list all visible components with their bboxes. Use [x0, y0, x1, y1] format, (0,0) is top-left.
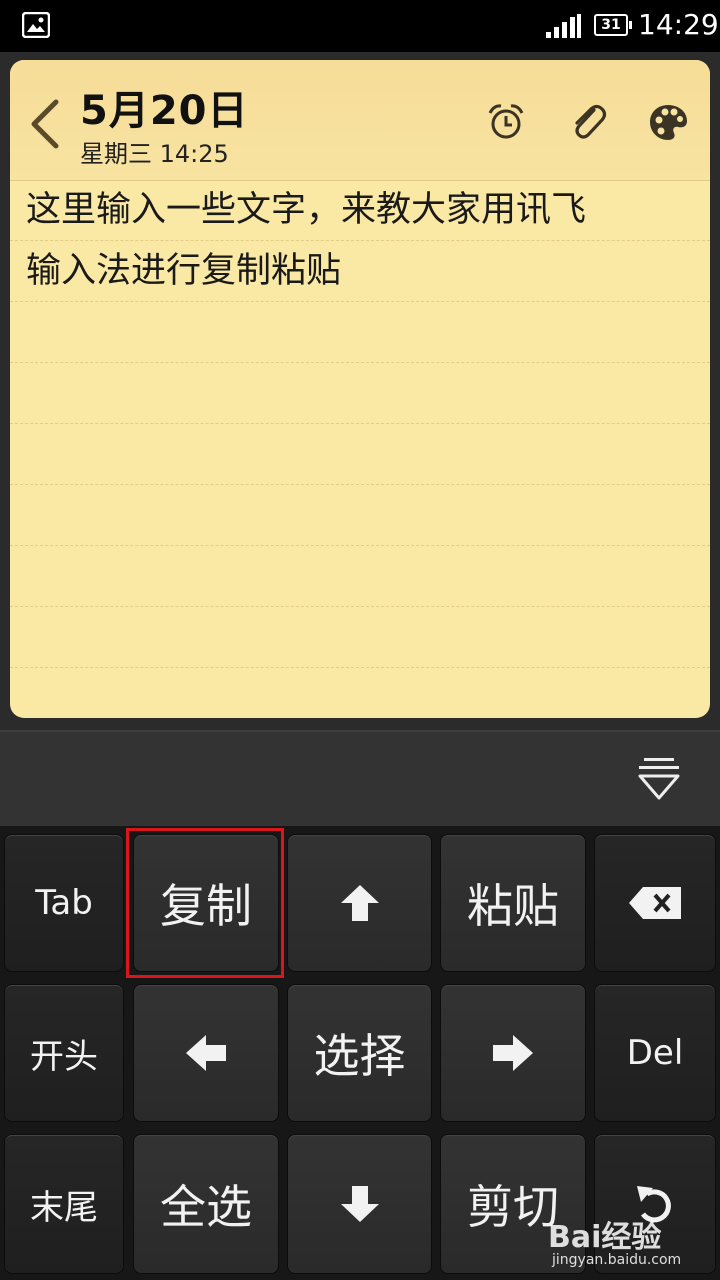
- back-arrow-icon[interactable]: [26, 94, 66, 154]
- select-all-key-label: 全选: [160, 1180, 252, 1234]
- select-all-key[interactable]: 全选: [133, 1134, 279, 1274]
- ruled-line: [10, 362, 710, 363]
- battery-icon: 31: [594, 14, 632, 36]
- left-key[interactable]: [133, 984, 279, 1122]
- arrow-down-icon: [340, 1186, 379, 1222]
- note-date-title: 5月20日: [80, 88, 249, 134]
- tab-key-label: Tab: [35, 883, 93, 923]
- keyboard-toolbar: [0, 730, 720, 826]
- down-key[interactable]: [287, 1134, 432, 1274]
- note-frame: 5月20日 星期三 14:25 这里输入一些文字，来教大家用讯飞 输入法进行复制…: [0, 52, 720, 730]
- palette-icon[interactable]: [646, 100, 690, 144]
- ruled-line: [10, 545, 710, 546]
- end-key[interactable]: 末尾: [4, 1134, 124, 1274]
- arrow-right-icon: [493, 1035, 533, 1071]
- ruled-line: [10, 484, 710, 485]
- status-time: 14:29: [638, 8, 719, 41]
- delete-key[interactable]: Del: [594, 984, 716, 1122]
- up-key[interactable]: [287, 834, 432, 972]
- hide-keyboard-icon[interactable]: [636, 756, 682, 806]
- home-key[interactable]: 开头: [4, 984, 124, 1122]
- copy-key-highlight: [126, 828, 284, 978]
- note-card: 5月20日 星期三 14:25 这里输入一些文字，来教大家用讯飞 输入法进行复制…: [10, 60, 710, 718]
- arrow-up-icon: [340, 885, 379, 921]
- ruled-line: [10, 423, 710, 424]
- paste-key-label: 粘贴: [467, 879, 559, 933]
- note-header: 5月20日 星期三 14:25: [10, 60, 710, 181]
- paste-key[interactable]: 粘贴: [440, 834, 586, 972]
- status-bar: 31 14:29: [0, 0, 720, 52]
- ruled-line: [10, 606, 710, 607]
- select-key[interactable]: 选择: [287, 984, 432, 1122]
- attachment-clip-icon[interactable]: [566, 100, 610, 144]
- backspace-icon: [629, 887, 681, 919]
- note-body[interactable]: 这里输入一些文字，来教大家用讯飞 输入法进行复制粘贴: [10, 180, 710, 718]
- ruled-line: [10, 667, 710, 668]
- watermark-url: jingyan.baidu.com: [552, 1252, 682, 1268]
- backspace-key[interactable]: [594, 834, 716, 972]
- end-key-label: 末尾: [30, 1187, 98, 1228]
- select-key-label: 选择: [313, 1029, 406, 1083]
- home-key-label: 开头: [30, 1036, 98, 1077]
- note-weekday-time: 星期三 14:25: [80, 140, 229, 168]
- note-text-line: 输入法进行复制粘贴: [26, 251, 342, 291]
- watermark-logo: Bai经验: [548, 1220, 662, 1255]
- alarm-clock-icon[interactable]: [484, 100, 528, 144]
- image-notification-icon: [22, 12, 50, 38]
- note-text-line: 这里输入一些文字，来教大家用讯飞: [26, 190, 587, 230]
- cut-key-label: 剪切: [467, 1180, 559, 1234]
- signal-icon: [546, 14, 581, 38]
- right-key[interactable]: [440, 984, 586, 1122]
- watermark: Bai经验 jingyan.baidu.com: [548, 1212, 718, 1276]
- arrow-left-icon: [186, 1035, 226, 1071]
- tab-key[interactable]: Tab: [4, 834, 124, 972]
- delete-key-label: Del: [626, 1033, 684, 1073]
- note-text[interactable]: 这里输入一些文字，来教大家用讯飞 输入法进行复制粘贴: [26, 180, 696, 302]
